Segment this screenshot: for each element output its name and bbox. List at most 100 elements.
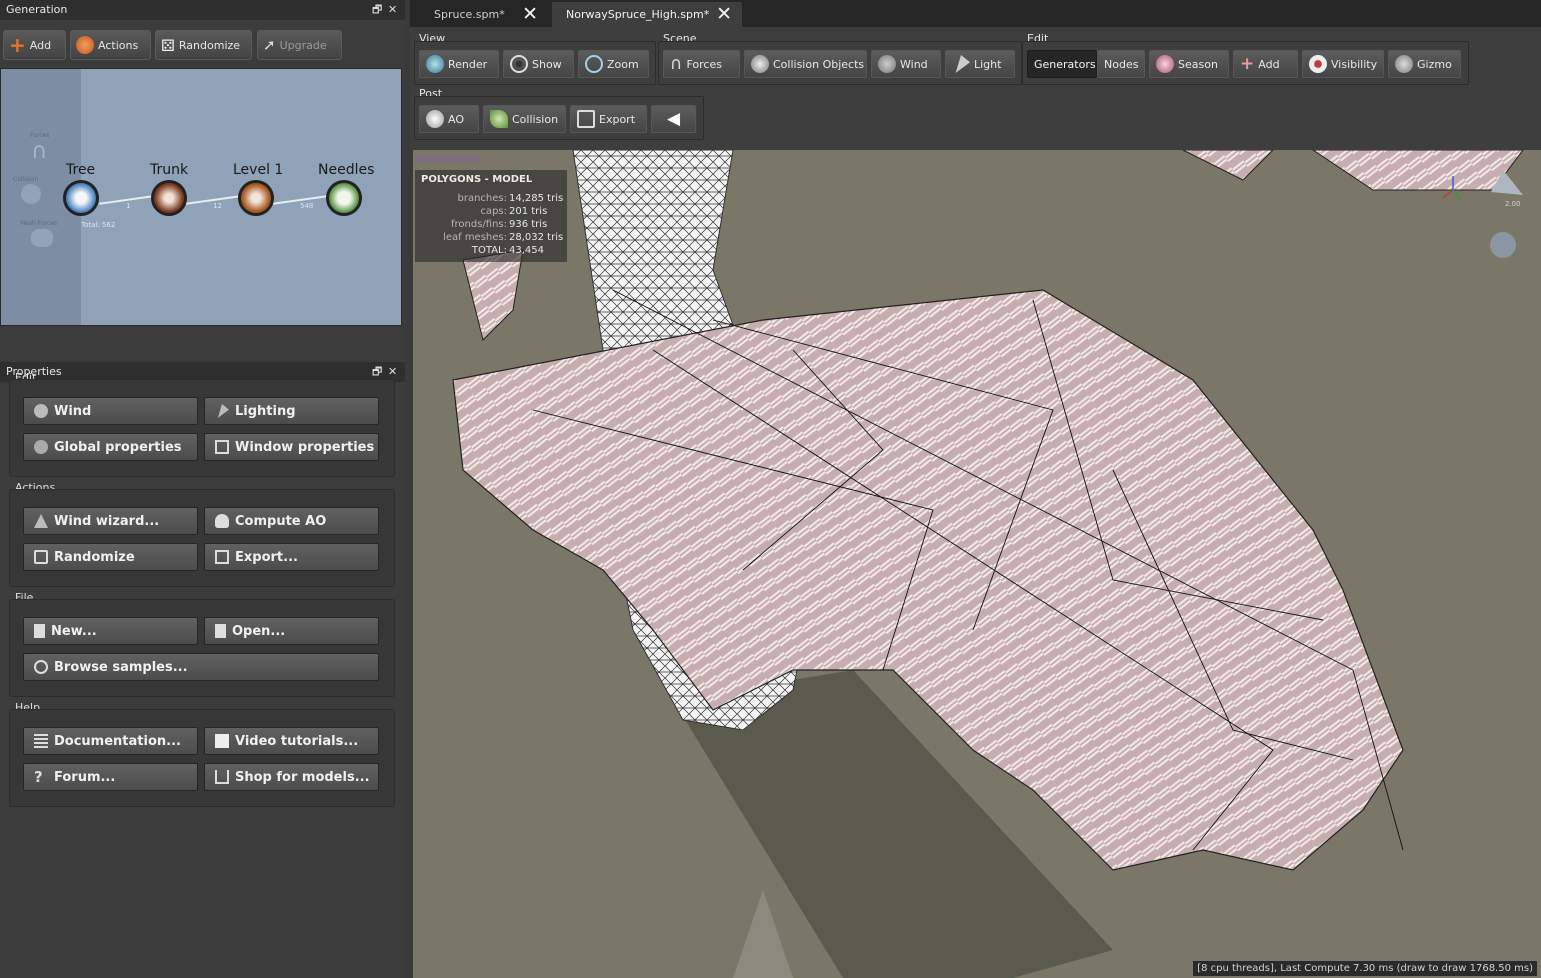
open-file-icon xyxy=(215,624,226,638)
visibility-button[interactable]: Visibility xyxy=(1302,50,1384,78)
magnet-icon[interactable]: ∩ xyxy=(31,139,47,164)
tab-norway-spruce-high[interactable]: NorwaySpruce_High.spm* ✕ xyxy=(552,2,742,27)
lamp-icon xyxy=(955,55,970,73)
zoom-button[interactable]: Zoom xyxy=(578,50,649,78)
wind-scene-button[interactable]: Wind xyxy=(871,50,941,78)
trunk-node[interactable] xyxy=(151,180,187,216)
back-arrow-button[interactable]: ◀ xyxy=(651,105,696,133)
close-tab-icon[interactable]: ✕ xyxy=(716,3,732,25)
add-node-icon: + xyxy=(1240,54,1255,74)
stat-total-label: TOTAL: xyxy=(471,245,507,256)
collision-icon[interactable] xyxy=(21,184,41,204)
wind-icon xyxy=(34,404,48,418)
globe-icon xyxy=(34,440,48,454)
global-properties-button[interactable]: Global properties xyxy=(23,433,198,461)
documentation-button[interactable]: Documentation... xyxy=(23,727,198,755)
forum-button[interactable]: ? Forum... xyxy=(23,763,198,791)
compute-ao-button[interactable]: Compute AO xyxy=(204,507,379,535)
mesh-forces-icon[interactable] xyxy=(31,229,53,247)
randomize-action-button[interactable]: Randomize xyxy=(23,543,198,571)
needles-node[interactable] xyxy=(326,180,362,216)
camera-mode-label[interactable]: perspective xyxy=(417,152,481,165)
wizard-icon xyxy=(34,514,48,528)
export-post-button[interactable]: Export xyxy=(570,105,647,133)
upgrade-button[interactable]: ➚ Upgrade xyxy=(257,30,342,60)
light-button[interactable]: Light xyxy=(945,50,1015,78)
magnet-icon: ∩ xyxy=(670,54,683,74)
document-tab-bar: Spruce.spm* ✕ NorwaySpruce_High.spm* ✕ xyxy=(410,0,1541,27)
tree-node-total: Total: 562 xyxy=(81,221,116,229)
browse-samples-button[interactable]: Browse samples... xyxy=(23,653,379,681)
forces-side-label: Forces xyxy=(30,132,50,139)
question-icon: ? xyxy=(34,768,43,786)
arrow-left-icon: ◀ xyxy=(666,109,681,129)
document-icon xyxy=(34,734,48,748)
generation-panel-titlebar: Generation 🗗 ✕ xyxy=(0,0,405,20)
gizmo-icon xyxy=(1395,55,1413,73)
stat-branches-label: branches: xyxy=(457,193,508,204)
eye-icon xyxy=(510,55,528,73)
leaf-icon xyxy=(490,110,508,128)
close-tab-icon[interactable]: ✕ xyxy=(522,3,538,25)
shopping-cart-icon xyxy=(215,770,229,784)
gizmo-button[interactable]: Gizmo xyxy=(1388,50,1461,78)
shop-for-models-button[interactable]: Shop for models... xyxy=(204,763,379,791)
ao-button[interactable]: AO xyxy=(419,105,479,133)
close-icon[interactable]: ✕ xyxy=(388,0,397,20)
render-button[interactable]: Render xyxy=(419,50,499,78)
generators-toggle-button[interactable]: Generators xyxy=(1027,50,1097,78)
node-label-needles: Needles xyxy=(318,162,375,178)
collision-objects-button[interactable]: Collision Objects xyxy=(744,50,867,78)
wind-button[interactable]: Wind xyxy=(23,397,198,425)
new-file-button[interactable]: New... xyxy=(23,617,198,645)
season-flower-icon xyxy=(1156,55,1174,73)
eye-icon xyxy=(1309,55,1327,73)
actions-icon xyxy=(76,36,94,54)
stat-leaf-meshes-label: leaf meshes: xyxy=(443,232,507,243)
tab-spruce[interactable]: Spruce.spm* ✕ xyxy=(420,2,548,27)
generation-node-editor[interactable]: Forces ∩ Collision Mesh Forces Tree Trun… xyxy=(0,68,402,326)
season-button[interactable]: Season xyxy=(1149,50,1229,78)
show-button[interactable]: Show xyxy=(503,50,574,78)
generation-panel-title: Generation xyxy=(6,3,68,16)
3d-viewport[interactable]: perspective POLYGONS - MODEL branches: 1… xyxy=(413,150,1541,978)
tree-node[interactable] xyxy=(63,180,99,216)
nodes-toggle-button[interactable]: Nodes xyxy=(1097,50,1145,78)
export-icon xyxy=(577,110,595,128)
file-group xyxy=(9,599,395,697)
new-file-icon xyxy=(34,624,45,638)
help-group xyxy=(9,709,395,807)
actions-group xyxy=(9,489,395,587)
collision-post-button[interactable]: Collision xyxy=(483,105,566,133)
mesh-forces-side-label: Mesh Forces xyxy=(20,220,58,227)
open-file-button[interactable]: Open... xyxy=(204,617,379,645)
randomize-button[interactable]: ⚄ Randomize xyxy=(155,30,252,60)
add-edit-button[interactable]: + Add xyxy=(1233,50,1298,78)
forces-button[interactable]: ∩ Forces xyxy=(663,50,740,78)
node-label-level-1: Level 1 xyxy=(233,162,284,178)
node-label-tree: Tree xyxy=(66,162,96,178)
add-button[interactable]: + Add xyxy=(3,30,66,60)
dice-icon: ⚄ xyxy=(161,35,175,55)
stat-caps-label: caps: xyxy=(480,206,507,217)
level-1-node[interactable] xyxy=(238,180,274,216)
stat-branches-value: 14,285 tris xyxy=(509,193,564,204)
actions-button[interactable]: Actions xyxy=(70,30,151,60)
stats-header: POLYGONS - MODEL xyxy=(421,174,533,185)
ao-spheres-icon xyxy=(426,110,444,128)
export-action-button[interactable]: Export... xyxy=(204,543,379,571)
window-properties-button[interactable]: Window properties xyxy=(204,433,379,461)
collision-side-label: Collision xyxy=(13,176,39,183)
video-tutorials-button[interactable]: Video tutorials... xyxy=(204,727,379,755)
generation-toolbar: + Add Actions ⚄ Randomize ➚ Upgrade xyxy=(0,20,405,66)
light-gizmo-value: 2.00 xyxy=(1505,200,1521,208)
wind-wizard-button[interactable]: Wind wizard... xyxy=(23,507,198,535)
trunk-node-count: 1 xyxy=(126,202,131,210)
lamp-icon xyxy=(217,404,229,418)
status-bar: [8 cpu threads], Last Compute 7.30 ms (d… xyxy=(1193,961,1537,976)
lighting-button[interactable]: Lighting xyxy=(204,397,379,425)
compute-ao-icon xyxy=(215,514,229,528)
video-play-icon xyxy=(215,734,229,748)
float-icon[interactable]: 🗗 xyxy=(372,0,382,20)
wind-gizmo xyxy=(1490,232,1516,258)
